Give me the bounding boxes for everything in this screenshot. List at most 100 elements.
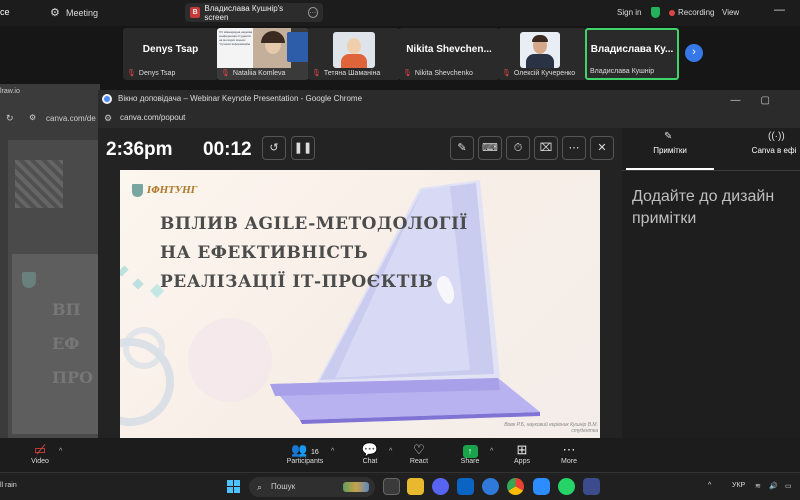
outlook-icon[interactable] xyxy=(457,478,474,495)
window-title-bar[interactable]: Вікно доповідача – Webinar Keynote Prese… xyxy=(98,90,800,108)
participant-tile[interactable]: Nikita Shevchen... 🎙 Nikita Shevchenko xyxy=(399,28,499,80)
chrome-icon[interactable] xyxy=(507,478,524,495)
more-options-icon[interactable]: … xyxy=(307,7,318,18)
participant-tile[interactable]: 🎙 Олексій Кучеренко xyxy=(498,28,586,80)
recording-label: Recording xyxy=(678,8,715,17)
gear-icon[interactable]: ⚙ xyxy=(50,6,60,19)
participant-photo xyxy=(333,32,375,68)
participant-name: Олексій Кучеренко xyxy=(513,69,576,77)
volume-icon[interactable]: 🔊 xyxy=(769,482,778,490)
mic-muted-icon: 🎙 xyxy=(127,70,136,77)
search-icon: ⌕ xyxy=(257,482,263,492)
shield-icon[interactable] xyxy=(651,7,660,18)
share-button[interactable]: ↑ Share xyxy=(445,442,495,465)
background-address-bar[interactable]: ↻ ⚙ canva.com/de xyxy=(0,110,100,126)
slide-title: ВПЛИВ AGILE-МЕТОДОЛОГІЇ НА ЕФЕКТИВНІСТЬ … xyxy=(160,214,468,292)
app-icon[interactable] xyxy=(583,478,600,495)
participant-tile[interactable]: XV міжнародна наукова конференція студен… xyxy=(217,28,309,80)
screen-share-label: Владислава Кушнір's screen xyxy=(204,3,284,22)
timer-icon[interactable]: ⏱ xyxy=(506,136,530,160)
university-logo: ІФНТУНГ xyxy=(132,184,197,197)
sharer-avatar: B xyxy=(190,7,201,18)
minimize-icon[interactable]: — xyxy=(774,4,785,16)
task-view-icon[interactable] xyxy=(383,478,400,495)
logo-emblem-icon xyxy=(132,184,143,197)
mic-muted-icon: 🎙 xyxy=(403,70,412,77)
video-button[interactable]: ▭̸ Video xyxy=(15,442,65,465)
taskbar-search[interactable]: ⌕ Пошук xyxy=(249,477,375,497)
window-title: Вікно доповідача – Webinar Keynote Prese… xyxy=(118,94,363,103)
participant-name: Владислава Кушнір xyxy=(590,68,655,75)
sign-in-button[interactable]: Sign in xyxy=(617,8,641,17)
notes-placeholder-line: Додайте до дизайн xyxy=(632,188,775,205)
screen-share-indicator[interactable]: B Владислава Кушнір's screen … xyxy=(185,3,323,22)
qr-code-image xyxy=(15,160,63,208)
chat-button[interactable]: 💬 Chat xyxy=(345,442,395,465)
participant-display-name: Denys Tsap xyxy=(142,44,199,55)
zoom-control-bar: ▭̸ Video ^ 👥 16 Participants ^ 💬 Chat ^ ♡ R… xyxy=(0,438,800,472)
notes-placeholder[interactable]: Додайте до дизайн примітки xyxy=(632,186,800,230)
search-placeholder: Пошук xyxy=(271,482,296,491)
whatsapp-icon[interactable] xyxy=(558,478,575,495)
elapsed-timer: 00:12 xyxy=(203,139,252,160)
chevron-up-icon[interactable]: ^ xyxy=(331,448,334,455)
participant-tile-active-speaker[interactable]: Владислава Ку... Владислава Кушнір xyxy=(585,28,679,80)
meeting-label[interactable]: Meeting xyxy=(66,8,98,18)
tab-notes[interactable]: Примітки xyxy=(626,146,714,155)
heart-icon: ♡ xyxy=(413,442,425,457)
slide-text-fragment: ВП xyxy=(52,300,81,319)
video-off-icon: ▭̸ xyxy=(33,442,47,457)
site-settings-icon[interactable]: ⚙ xyxy=(29,113,36,122)
close-icon[interactable]: ✕ xyxy=(590,136,614,160)
recording-indicator[interactable]: Recording xyxy=(669,8,714,17)
tab-canva-live[interactable]: Canva в ефі xyxy=(734,146,800,155)
wifi-icon[interactable]: ≋ xyxy=(755,482,761,490)
tray-chevron-icon[interactable]: ^ xyxy=(708,482,711,489)
live-icon: ((·)) xyxy=(768,131,785,142)
background-tab-title[interactable]: lraw.io xyxy=(0,88,20,95)
conference-logo xyxy=(287,32,309,62)
apps-button[interactable]: ⊞ Apps xyxy=(497,442,547,465)
more-button[interactable]: ⋯ More xyxy=(544,442,594,465)
discord-icon[interactable] xyxy=(432,478,449,495)
file-explorer-icon[interactable] xyxy=(407,478,424,495)
keyboard-icon[interactable]: ⌨ xyxy=(478,136,502,160)
app-name-fragment: ce xyxy=(0,7,10,17)
site-settings-icon[interactable]: ⚙ xyxy=(104,113,112,123)
video-label: Video xyxy=(31,458,49,465)
pause-icon[interactable]: ❚❚ xyxy=(291,136,315,160)
battery-icon[interactable]: ▭ xyxy=(785,482,792,490)
windows-start-icon[interactable] xyxy=(227,480,240,493)
react-button[interactable]: ♡ React xyxy=(394,442,444,465)
participant-tile[interactable]: 🎙 Тетяна Шаманіна xyxy=(308,28,400,80)
zoom-app-icon[interactable] xyxy=(533,478,550,495)
magic-shortcuts-icon[interactable]: ⌧ xyxy=(534,136,558,160)
mic-muted-icon: 🎙 xyxy=(502,70,511,77)
participants-button[interactable]: 👥 16 Participants xyxy=(280,442,330,465)
view-button[interactable]: View xyxy=(722,8,739,17)
chevron-up-icon[interactable]: ^ xyxy=(59,448,62,455)
draw-icon[interactable]: ✎ xyxy=(450,136,474,160)
share-label: Share xyxy=(460,458,480,465)
record-dot-icon xyxy=(669,9,675,16)
participant-name: Тетяна Шаманіна xyxy=(323,69,381,77)
presenter-window: Вікно доповідача – Webinar Keynote Prese… xyxy=(98,90,800,438)
next-page-button[interactable]: › xyxy=(685,44,703,62)
windows-taskbar: ll rain ⌕ Пошук ^ УКР ≋ 🔊 ▭ xyxy=(0,472,800,500)
more-icon[interactable]: ⋯ xyxy=(562,136,586,160)
weather-widget[interactable]: ll rain xyxy=(0,482,17,489)
reset-timer-icon[interactable]: ↺ xyxy=(262,136,286,160)
participant-tile[interactable]: Denys Tsap 🎙 Denys Tsap xyxy=(123,28,218,80)
chevron-up-icon[interactable]: ^ xyxy=(389,448,392,455)
telegram-icon[interactable] xyxy=(482,478,499,495)
slide-text-fragment: ЕФ xyxy=(52,334,80,353)
presenter-sidebar: ✎ Примітки ((·)) Canva в ефі Додайте до … xyxy=(622,128,800,438)
apps-label: Apps xyxy=(514,458,530,465)
background-url: canva.com/de xyxy=(46,114,96,123)
participants-icon: 👥 16 xyxy=(291,442,319,457)
reload-icon[interactable]: ↻ xyxy=(6,113,14,124)
chevron-up-icon[interactable]: ^ xyxy=(490,448,493,455)
address-bar[interactable]: ⚙ canva.com/popout xyxy=(98,108,800,128)
keyboard-language[interactable]: УКР xyxy=(732,482,745,489)
participant-video xyxy=(253,28,291,68)
